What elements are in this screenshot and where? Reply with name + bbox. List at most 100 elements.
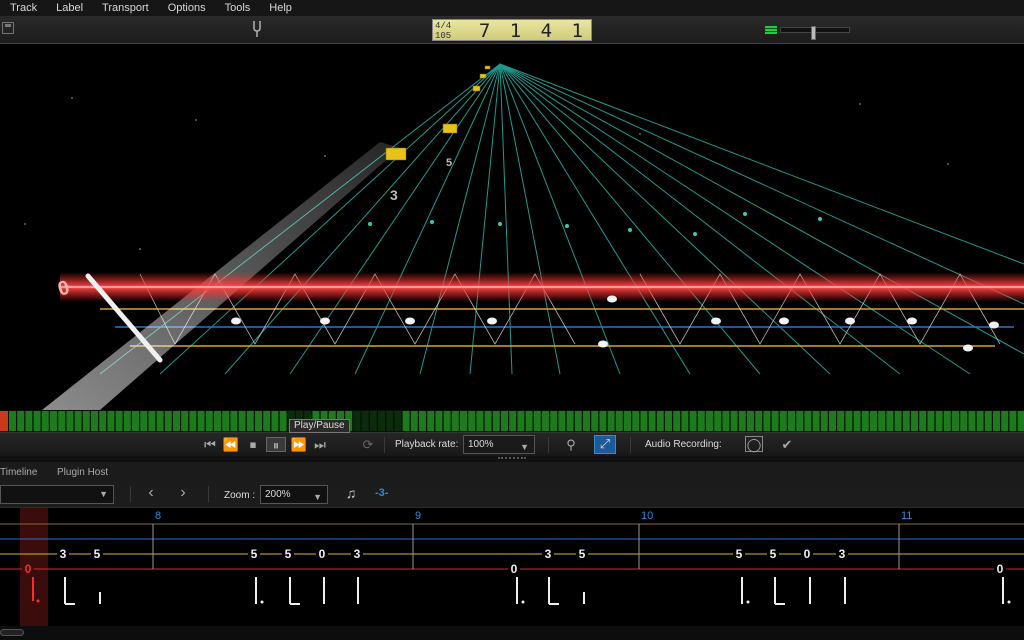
zoom-label: Zoom :: [224, 490, 256, 501]
tab-editor[interactable]: 8 9 10 11 3 5 5 5 0 3 3 5 5 5 0 3 0 0 0: [0, 508, 1024, 630]
progress-cell: [41, 411, 49, 431]
progress-cell: [894, 411, 902, 431]
progress-cell: [1017, 411, 1024, 431]
editor-toolbar: ▼ ‹ › Zoom : 200% ▼ ♫ -3-: [0, 482, 1024, 508]
save-icon[interactable]: [2, 22, 14, 34]
progress-cell: [107, 411, 115, 431]
progress-cell: [714, 411, 722, 431]
progress-cell: [427, 411, 435, 431]
loop-icon[interactable]: ⟳: [360, 437, 376, 452]
panel-tabs: Timeline Plugin Host: [0, 462, 1024, 482]
progress-cell: [476, 411, 484, 431]
tuplet-button[interactable]: -3-: [375, 487, 388, 499]
progress-cell: [271, 411, 279, 431]
progress-cell: [804, 411, 812, 431]
progress-cell: [238, 411, 246, 431]
stop-icon[interactable]: ⏹: [245, 437, 261, 452]
progress-cell: [99, 411, 107, 431]
svg-text:3: 3: [354, 547, 361, 561]
progress-cell: [173, 411, 180, 431]
progress-cell: [435, 411, 443, 431]
progress-cell: [837, 411, 845, 431]
check-icon[interactable]: ✔: [778, 437, 796, 452]
progress-cell: [747, 411, 754, 431]
track-select[interactable]: ▼: [0, 485, 114, 504]
skip-to-start-icon[interactable]: ⏮: [202, 437, 218, 452]
progress-cell: [796, 411, 804, 431]
progress-cell: [369, 411, 377, 431]
svg-text:0: 0: [804, 547, 811, 561]
splitter-grip[interactable]: [498, 457, 526, 459]
divider: [130, 486, 131, 502]
fast-forward-icon[interactable]: ⏩: [290, 437, 308, 452]
progress-cell: [533, 411, 541, 431]
progress-cell: [902, 411, 910, 431]
progress-cell: [74, 411, 82, 431]
progress-cell: [156, 411, 164, 431]
progress-cell: [656, 411, 664, 431]
metronome-icon[interactable]: ⚲: [563, 437, 579, 452]
progress-cell: [197, 411, 205, 431]
progress-cell: [542, 411, 549, 431]
progress-cell: [361, 411, 369, 431]
now-line: [60, 272, 1024, 302]
menu-options[interactable]: Options: [158, 2, 215, 14]
menu-label[interactable]: Label: [46, 2, 92, 14]
menu-transport[interactable]: Transport: [92, 2, 158, 14]
record-icon[interactable]: ◯: [745, 436, 763, 452]
horizontal-scrollbar[interactable]: [0, 626, 1024, 640]
svg-text:0: 0: [319, 547, 326, 561]
tab-plugin-host[interactable]: Plugin Host: [57, 467, 108, 478]
note-highway-view: 0 3 5: [0, 44, 1024, 410]
progress-cell: [394, 411, 402, 431]
volume-slider-track[interactable]: [780, 26, 850, 40]
chevron-left-icon[interactable]: ‹: [144, 485, 158, 501]
volume-level-meter: [765, 26, 777, 34]
count-in-icon[interactable]: ⤢: [594, 435, 616, 454]
progress-cell: [927, 411, 935, 431]
scrollbar-thumb[interactable]: [0, 629, 24, 636]
volume-slider-knob[interactable]: [810, 26, 816, 40]
progress-cell: [148, 411, 156, 431]
rewind-icon[interactable]: ⏪: [222, 437, 240, 452]
play-pause-icon[interactable]: ⏸: [266, 437, 286, 453]
progress-cell: [443, 411, 451, 431]
tuning-fork-icon[interactable]: [252, 21, 262, 37]
progress-cell: [829, 411, 836, 431]
progress-cell: [583, 411, 590, 431]
progress-cell: [279, 411, 287, 431]
skip-to-end-icon[interactable]: ⏭: [312, 437, 328, 452]
transport-bar: ⏮ ⏪ ⏹ ⏸ ⏩ ⏭ ⟳ Playback rate: 100% ▼ ⚲ ⤢ …: [0, 432, 1024, 456]
song-progress-strip[interactable]: [0, 410, 1024, 432]
progress-cell: [550, 411, 558, 431]
progress-cell: [820, 411, 828, 431]
progress-cell: [615, 411, 623, 431]
progress-cell: [246, 411, 254, 431]
measure-number: 10: [641, 510, 653, 522]
progress-cell: [1001, 411, 1009, 431]
menu-track[interactable]: Track: [0, 2, 46, 14]
measure-numbers: 8 9 10 11: [155, 510, 912, 522]
progress-cell: [878, 411, 886, 431]
note-duration-icon[interactable]: ♫: [343, 486, 359, 501]
progress-cell: [353, 411, 361, 431]
progress-cell: [640, 411, 648, 431]
zoom-select[interactable]: 200% ▼: [260, 485, 328, 504]
progress-cell: [189, 411, 197, 431]
progress-cell: [722, 411, 730, 431]
playback-rate-select[interactable]: 100% ▼: [463, 435, 535, 454]
svg-text:3: 3: [839, 547, 846, 561]
progress-cell: [853, 411, 861, 431]
master-volume[interactable]: [764, 25, 852, 40]
song-position: 7 1 4 1: [478, 20, 587, 42]
progress-cell: [591, 411, 599, 431]
progress-cell: [1009, 411, 1017, 431]
chevron-right-icon[interactable]: ›: [176, 485, 190, 501]
tab-timeline[interactable]: Timeline: [0, 467, 37, 478]
highway-scene: 0 3 5: [24, 63, 1024, 410]
lane-markers: [368, 212, 822, 236]
menu-tools[interactable]: Tools: [215, 2, 260, 14]
progress-cell: [845, 411, 853, 431]
menu-help[interactable]: Help: [259, 2, 301, 14]
progress-cell: [91, 411, 98, 431]
